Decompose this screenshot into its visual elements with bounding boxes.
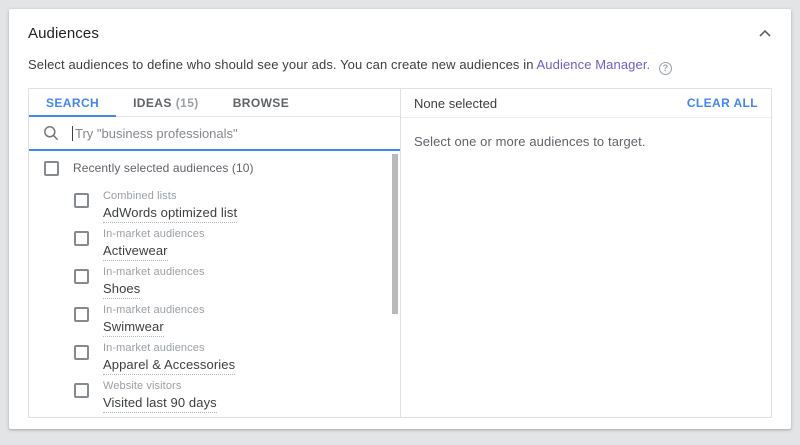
scrollbar-thumb[interactable] bbox=[392, 154, 398, 314]
audience-search-input[interactable] bbox=[75, 126, 386, 141]
tab-browse[interactable]: BROWSE bbox=[216, 89, 306, 116]
audience-category: In-market audiences bbox=[103, 342, 205, 354]
audience-category: In-market audiences bbox=[103, 266, 205, 278]
selection-header: None selected CLEAR ALL bbox=[401, 89, 771, 118]
audience-text: In-market audiences Swimwear bbox=[103, 300, 205, 337]
audience-checkbox[interactable] bbox=[74, 383, 89, 398]
audience-text: In-market audiences Shoes bbox=[103, 262, 205, 299]
group-checkbox[interactable] bbox=[44, 161, 59, 176]
audience-text: In-market audiences bbox=[103, 414, 205, 417]
audience-text: Combined lists AdWords optimized list bbox=[103, 186, 237, 223]
tab-label: IDEAS bbox=[133, 96, 172, 110]
tab-search[interactable]: SEARCH bbox=[29, 89, 116, 116]
audience-category: In-market audiences bbox=[103, 304, 205, 316]
audience-text: In-market audiences Activewear bbox=[103, 224, 205, 261]
tab-count: (15) bbox=[176, 96, 199, 110]
audience-checkbox[interactable] bbox=[74, 231, 89, 246]
audience-list-item[interactable]: In-market audiences Apparel & Accessorie… bbox=[29, 337, 400, 375]
selected-audiences-panel: None selected CLEAR ALL Select one or mo… bbox=[401, 89, 771, 417]
audience-checkbox[interactable] bbox=[74, 307, 89, 322]
help-icon[interactable]: ? bbox=[659, 62, 672, 75]
description-text: Select audiences to define who should se… bbox=[28, 57, 537, 72]
audience-group-header[interactable]: Recently selected audiences (10) bbox=[29, 151, 400, 185]
panel-title: Audiences bbox=[28, 25, 99, 42]
audience-text: Website visitors Visited last 90 days bbox=[103, 376, 217, 413]
tab-ideas[interactable]: IDEAS (15) bbox=[116, 89, 216, 116]
audience-list-item[interactable]: In-market audiences Swimwear bbox=[29, 299, 400, 337]
text-caret bbox=[72, 126, 73, 141]
audience-picker: SEARCH IDEAS (15) BROWSE bbox=[28, 88, 772, 418]
tab-label: BROWSE bbox=[233, 96, 289, 110]
search-bar bbox=[29, 117, 400, 151]
tab-bar: SEARCH IDEAS (15) BROWSE bbox=[29, 89, 400, 117]
audience-checkbox[interactable] bbox=[74, 193, 89, 208]
audience-text: In-market audiences Apparel & Accessorie… bbox=[103, 338, 235, 375]
audience-name: AdWords optimized list bbox=[103, 205, 237, 223]
audience-name: Shoes bbox=[103, 281, 140, 299]
audiences-card: Audiences Select audiences to define who… bbox=[9, 9, 791, 429]
audience-category: In-market audiences bbox=[103, 228, 205, 240]
audience-manager-link[interactable]: Audience Manager. bbox=[537, 57, 651, 72]
panel-description: Select audiences to define who should se… bbox=[28, 57, 672, 75]
audience-list-item[interactable]: In-market audiences Shoes bbox=[29, 261, 400, 299]
audience-checkbox[interactable] bbox=[74, 345, 89, 360]
audience-name: Swimwear bbox=[103, 319, 164, 337]
clear-all-button[interactable]: CLEAR ALL bbox=[687, 96, 758, 110]
search-icon bbox=[43, 125, 59, 141]
audience-name: Apparel & Accessories bbox=[103, 357, 235, 375]
audience-category: Website visitors bbox=[103, 380, 181, 392]
selection-empty-message: Select one or more audiences to target. bbox=[401, 118, 771, 165]
collapse-panel-button[interactable] bbox=[755, 23, 775, 43]
selection-status: None selected bbox=[414, 96, 497, 111]
audience-list-item[interactable]: In-market audiences Activewear bbox=[29, 223, 400, 261]
audience-items: Combined lists AdWords optimized list In… bbox=[29, 185, 400, 417]
audience-name: Activewear bbox=[103, 243, 168, 261]
audience-list-item[interactable]: Combined lists AdWords optimized list bbox=[29, 185, 400, 223]
audience-search-panel: SEARCH IDEAS (15) BROWSE bbox=[29, 89, 401, 417]
chevron-up-icon bbox=[759, 30, 771, 37]
audience-name: Visited last 90 days bbox=[103, 395, 217, 413]
audience-category: Combined lists bbox=[103, 190, 177, 202]
audience-list-item[interactable]: In-market audiences bbox=[29, 413, 400, 417]
audience-list-item[interactable]: Website visitors Visited last 90 days bbox=[29, 375, 400, 413]
page-background: Audiences Select audiences to define who… bbox=[0, 0, 800, 445]
audience-checkbox[interactable] bbox=[74, 269, 89, 284]
group-header-label: Recently selected audiences (10) bbox=[73, 161, 254, 175]
tab-label: SEARCH bbox=[46, 96, 99, 110]
audience-list: Recently selected audiences (10) Combine… bbox=[29, 151, 400, 417]
